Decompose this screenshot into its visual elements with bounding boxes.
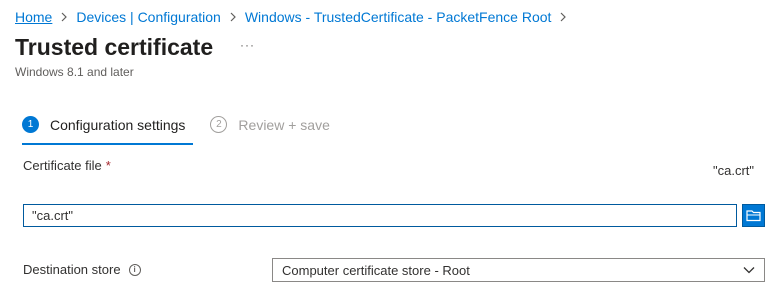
wizard-step-review-save[interactable]: 2 Review + save bbox=[210, 116, 330, 133]
page-subtitle: Windows 8.1 and later bbox=[15, 65, 134, 79]
step-number-badge: 1 bbox=[22, 116, 39, 133]
active-step-indicator bbox=[22, 143, 193, 145]
destination-store-label-text: Destination store bbox=[23, 262, 121, 277]
certificate-file-label: Certificate file * bbox=[23, 158, 111, 173]
breadcrumb-home-link[interactable]: Home bbox=[15, 9, 52, 25]
browse-file-button[interactable] bbox=[742, 204, 765, 227]
certificate-file-label-text: Certificate file bbox=[23, 158, 102, 173]
breadcrumb-devices-configuration-link[interactable]: Devices | Configuration bbox=[76, 9, 220, 25]
step-number-badge: 2 bbox=[210, 116, 228, 133]
more-options-button[interactable]: ··· bbox=[240, 38, 255, 52]
step-label: Review + save bbox=[238, 116, 330, 133]
destination-store-dropdown[interactable]: Computer certificate store - Root bbox=[272, 258, 765, 282]
folder-open-icon bbox=[745, 210, 761, 222]
chevron-right-icon bbox=[52, 12, 76, 22]
wizard-steps: 1 Configuration settings 2 Review + save bbox=[22, 116, 330, 133]
chevron-right-icon bbox=[551, 12, 575, 22]
destination-store-selected-value: Computer certificate store - Root bbox=[282, 262, 470, 278]
page-title: Trusted certificate bbox=[15, 34, 214, 60]
chevron-right-icon bbox=[221, 12, 245, 22]
destination-store-label: Destination store i bbox=[23, 262, 141, 277]
chevron-down-icon bbox=[743, 267, 755, 274]
certificate-file-input[interactable] bbox=[23, 204, 737, 227]
breadcrumb-profile-link[interactable]: Windows - TrustedCertificate - PacketFen… bbox=[245, 9, 552, 25]
required-asterisk: * bbox=[105, 158, 111, 173]
selected-file-name: "ca.crt" bbox=[712, 163, 754, 178]
info-icon[interactable]: i bbox=[128, 263, 141, 276]
step-label: Configuration settings bbox=[50, 116, 186, 133]
wizard-step-configuration-settings[interactable]: 1 Configuration settings bbox=[22, 116, 185, 133]
breadcrumb: Home Devices | Configuration Windows - T… bbox=[15, 7, 575, 27]
